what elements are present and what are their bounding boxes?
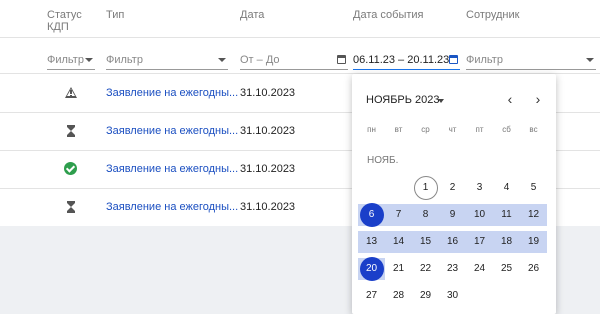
- calendar-day-11[interactable]: 11: [493, 204, 520, 226]
- calendar-day-9[interactable]: 9: [439, 204, 466, 226]
- calendar-day-12[interactable]: 12: [520, 204, 547, 226]
- next-month-button[interactable]: ›: [532, 92, 544, 106]
- table-header: Статус КДП Тип Дата Дата события Сотрудн…: [0, 0, 600, 38]
- calendar-day-25[interactable]: 25: [493, 258, 520, 280]
- calendar-day-3[interactable]: 3: [466, 177, 493, 199]
- calendar-day-22[interactable]: 22: [412, 258, 439, 280]
- date-range-picker: НОЯБРЬ 2023 ‹ › пн вт ср чт пт сб вс НОЯБ. 123…: [352, 74, 556, 314]
- hourglass-icon: [64, 124, 78, 138]
- prev-month-button[interactable]: ‹: [504, 92, 516, 106]
- weekday-label: сб: [502, 125, 511, 134]
- calendar-day-13[interactable]: 13: [358, 231, 385, 253]
- calendar-day-20[interactable]: 20: [358, 257, 385, 281]
- employee-filter[interactable]: Фильтр: [466, 52, 596, 70]
- document-date: 31.10.2023: [240, 125, 296, 137]
- chevron-down-icon: [586, 58, 594, 62]
- document-type-link[interactable]: Заявление на ежегодны...: [106, 87, 238, 99]
- calendar-day-7[interactable]: 7: [385, 204, 412, 226]
- employee-filter-value: Фильтр: [466, 54, 503, 66]
- calendar-day-26[interactable]: 26: [520, 258, 547, 280]
- warning-icon: [64, 86, 78, 100]
- event-date-filter-value: 06.11.23 – 20.11.23: [353, 54, 450, 66]
- calendar-day-19[interactable]: 19: [520, 231, 547, 253]
- calendar-day-23[interactable]: 23: [439, 258, 466, 280]
- month-label: НОЯБ.: [367, 155, 399, 166]
- header-status[interactable]: Статус КДП: [47, 9, 87, 33]
- calendar-day-8[interactable]: 8: [412, 204, 439, 226]
- calendar-day-15[interactable]: 15: [412, 231, 439, 253]
- type-filter[interactable]: Фильтр: [106, 52, 228, 70]
- weekday-label: пн: [367, 125, 376, 134]
- chevron-down-icon: [85, 58, 93, 62]
- status-filter-value: Фильтр: [47, 54, 84, 66]
- calendar-day-4[interactable]: 4: [493, 177, 520, 199]
- calendar-day-10[interactable]: 10: [466, 204, 493, 226]
- type-filter-value: Фильтр: [106, 54, 143, 66]
- month-year-selector[interactable]: НОЯБРЬ 2023: [366, 94, 440, 106]
- calendar-day-5[interactable]: 5: [520, 177, 547, 199]
- document-type-link[interactable]: Заявление на ежегодны...: [106, 163, 238, 175]
- calendar-day-16[interactable]: 16: [439, 231, 466, 253]
- header-type[interactable]: Тип: [106, 9, 124, 21]
- weekday-label: вс: [529, 125, 538, 134]
- calendar-day-29[interactable]: 29: [412, 285, 439, 307]
- calendar-day-6[interactable]: 6: [358, 203, 385, 227]
- date-filter-value: От – До: [240, 54, 280, 66]
- weekday-label: пт: [475, 125, 484, 134]
- calendar-day-27[interactable]: 27: [358, 285, 385, 307]
- calendar-day-28[interactable]: 28: [385, 285, 412, 307]
- date-filter[interactable]: От – До: [240, 52, 348, 70]
- calendar-day-14[interactable]: 14: [385, 231, 412, 253]
- header-event-date[interactable]: Дата события: [353, 9, 424, 21]
- calendar-day-2[interactable]: 2: [439, 177, 466, 199]
- chevron-down-icon[interactable]: [438, 99, 444, 103]
- calendar-icon: [337, 55, 346, 64]
- header-employee[interactable]: Сотрудник: [466, 9, 519, 21]
- calendar-day-21[interactable]: 21: [385, 258, 412, 280]
- weekday-label: вт: [394, 125, 403, 134]
- calendar-icon[interactable]: [449, 55, 458, 64]
- chevron-down-icon: [218, 58, 226, 62]
- event-date-filter[interactable]: 06.11.23 – 20.11.23: [353, 52, 460, 70]
- calendar-day-24[interactable]: 24: [466, 258, 493, 280]
- status-filter[interactable]: Фильтр: [47, 52, 95, 70]
- weekday-label: ср: [421, 125, 430, 134]
- document-date: 31.10.2023: [240, 163, 296, 175]
- header-date[interactable]: Дата: [240, 9, 264, 21]
- calendar-day-1[interactable]: 1: [412, 176, 439, 200]
- document-type-link[interactable]: Заявление на ежегодны...: [106, 201, 238, 213]
- weekday-label: чт: [448, 125, 457, 134]
- document-date: 31.10.2023: [240, 201, 296, 213]
- calendar-day-30[interactable]: 30: [439, 285, 466, 307]
- hourglass-icon: [64, 200, 78, 214]
- document-type-link[interactable]: Заявление на ежегодны...: [106, 125, 238, 137]
- document-date: 31.10.2023: [240, 87, 296, 99]
- calendar-day-18[interactable]: 18: [493, 231, 520, 253]
- filter-row: Фильтр Фильтр От – До 06.11.23 – 20.11.2…: [0, 38, 600, 74]
- check-circle-icon: [64, 162, 78, 176]
- calendar-day-17[interactable]: 17: [466, 231, 493, 253]
